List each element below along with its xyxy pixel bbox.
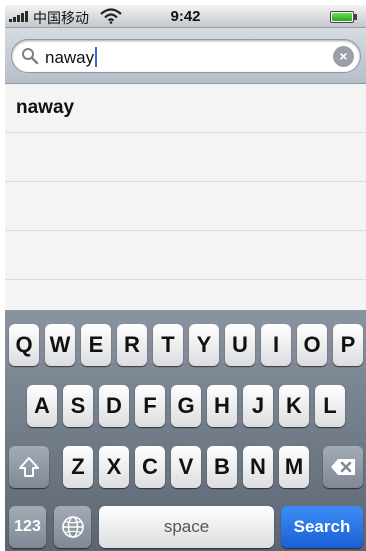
key-h[interactable]: H (207, 385, 237, 427)
numbers-key[interactable]: 123 (9, 506, 46, 548)
key-g[interactable]: G (171, 385, 201, 427)
key-z[interactable]: Z (63, 446, 93, 488)
battery-icon (330, 11, 357, 23)
key-f[interactable]: F (135, 385, 165, 427)
search-icon (22, 48, 39, 65)
backspace-key[interactable] (323, 446, 363, 488)
list-item-label: naway (16, 97, 75, 118)
globe-icon (61, 516, 84, 538)
key-b[interactable]: B (207, 446, 237, 488)
backspace-icon (331, 459, 355, 475)
key-s[interactable]: S (63, 385, 93, 427)
search-button[interactable]: Search (281, 506, 363, 548)
shift-icon (19, 457, 39, 477)
list-item[interactable]: naway (5, 84, 366, 133)
clock: 9:42 (170, 8, 201, 25)
key-p[interactable]: P (333, 324, 363, 366)
status-bar: 中国移动 9:42 (5, 5, 366, 28)
search-bar: naway × (5, 28, 366, 84)
phone-screen: 中国移动 9:42 naway × naway Q W E R T Y U I … (5, 5, 366, 551)
key-l[interactable]: L (315, 385, 345, 427)
key-c[interactable]: C (135, 446, 165, 488)
search-results-list: naway (5, 84, 366, 310)
space-key[interactable]: space (99, 506, 274, 548)
clear-icon[interactable]: × (333, 46, 354, 67)
search-input[interactable]: naway × (11, 39, 361, 73)
key-r[interactable]: R (117, 324, 147, 366)
search-input-value: naway (45, 47, 98, 68)
key-x[interactable]: X (99, 446, 129, 488)
key-j[interactable]: J (243, 385, 273, 427)
key-m[interactable]: M (279, 446, 309, 488)
list-item (5, 231, 366, 280)
key-w[interactable]: W (45, 324, 75, 366)
key-a[interactable]: A (27, 385, 57, 427)
key-k[interactable]: K (279, 385, 309, 427)
globe-key[interactable] (54, 506, 91, 548)
shift-key[interactable] (9, 446, 49, 488)
key-v[interactable]: V (171, 446, 201, 488)
text-caret (95, 47, 98, 67)
list-item (5, 133, 366, 182)
key-n[interactable]: N (243, 446, 273, 488)
list-item (5, 182, 366, 231)
key-o[interactable]: O (297, 324, 327, 366)
key-y[interactable]: Y (189, 324, 219, 366)
key-q[interactable]: Q (9, 324, 39, 366)
key-i[interactable]: I (261, 324, 291, 366)
key-u[interactable]: U (225, 324, 255, 366)
key-d[interactable]: D (99, 385, 129, 427)
keyboard: Q W E R T Y U I O P A S D F G H J K L Z … (5, 310, 366, 551)
key-e[interactable]: E (81, 324, 111, 366)
key-t[interactable]: T (153, 324, 183, 366)
